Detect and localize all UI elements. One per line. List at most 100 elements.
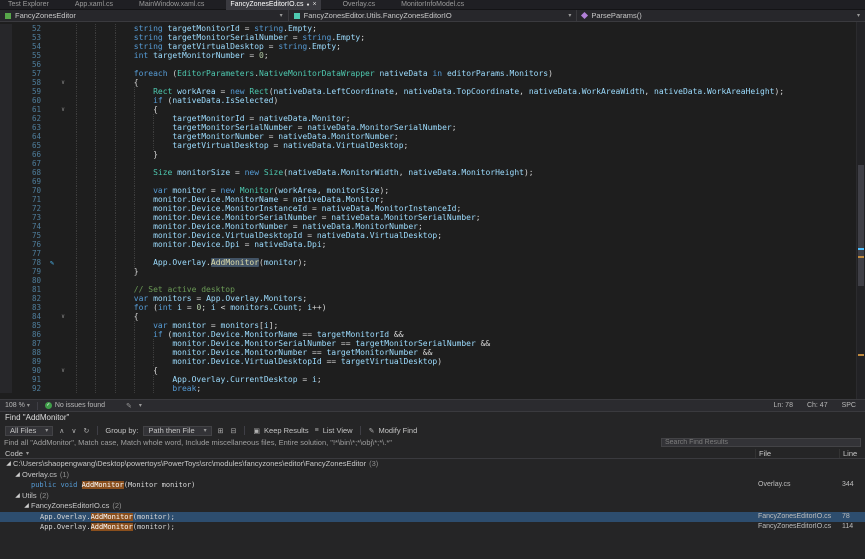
breakpoint-margin[interactable] bbox=[0, 78, 12, 87]
breakpoint-margin[interactable] bbox=[0, 123, 12, 132]
code-line[interactable]: 62targetMonitorId = nativeData.Monitor; bbox=[0, 114, 856, 123]
previous-result-icon[interactable]: ∧ bbox=[58, 427, 65, 435]
modify-find-button[interactable]: ✎ Modify Find bbox=[368, 426, 418, 435]
code-line[interactable]: 86if (monitor.Device.MonitorName == targ… bbox=[0, 330, 856, 339]
find-match-row[interactable]: public void AddMonitor(Monitor monitor)O… bbox=[0, 480, 865, 491]
refresh-icon[interactable]: ↻ bbox=[83, 427, 91, 435]
find-match-row[interactable]: App.Overlay.AddMonitor(monitor);FancyZon… bbox=[0, 512, 865, 523]
code-line[interactable]: 88monitor.Device.MonitorNumber == target… bbox=[0, 348, 856, 357]
breakpoint-margin[interactable] bbox=[0, 240, 12, 249]
line-indicator[interactable]: Ln: 78 bbox=[774, 402, 793, 409]
code-line[interactable]: 60if (nativeData.IsSelected) bbox=[0, 96, 856, 105]
code-line[interactable]: 78✎App.Overlay.AddMonitor(monitor); bbox=[0, 258, 856, 267]
tab-Test Explorer[interactable]: Test Explorer bbox=[4, 0, 53, 10]
zoom-control[interactable]: 108 % ▾ bbox=[5, 402, 30, 409]
breakpoint-margin[interactable] bbox=[0, 231, 12, 240]
column-header-file[interactable]: File bbox=[755, 449, 839, 458]
code-line[interactable]: 64targetMonitorNumber = nativeData.Monit… bbox=[0, 132, 856, 141]
code-line[interactable]: 53string targetMonitorSerialNumber = str… bbox=[0, 33, 856, 42]
breakpoint-margin[interactable] bbox=[0, 132, 12, 141]
breakpoint-margin[interactable] bbox=[0, 87, 12, 96]
column-indicator[interactable]: Ch: 47 bbox=[807, 402, 828, 409]
code-line[interactable]: 83for (int i = 0; i < monitors.Count; i+… bbox=[0, 303, 856, 312]
code-line[interactable]: 56 bbox=[0, 60, 856, 69]
breakpoint-margin[interactable] bbox=[0, 33, 12, 42]
editor-scrollbar[interactable] bbox=[856, 22, 865, 399]
breakpoint-margin[interactable] bbox=[0, 159, 12, 168]
tab-Overlay.cs[interactable]: Overlay.cs bbox=[339, 0, 380, 10]
breakpoint-margin[interactable] bbox=[0, 267, 12, 276]
spaces-indicator[interactable]: SPC bbox=[842, 402, 856, 409]
code-line[interactable]: 90∨{ bbox=[0, 366, 856, 375]
breakpoint-margin[interactable] bbox=[0, 357, 12, 366]
breakpoint-margin[interactable] bbox=[0, 69, 12, 78]
breakpoint-margin[interactable] bbox=[0, 150, 12, 159]
group-by-dropdown[interactable]: Path then File ▾ bbox=[143, 426, 211, 436]
breakpoint-margin[interactable] bbox=[0, 285, 12, 294]
breakpoint-margin[interactable] bbox=[0, 213, 12, 222]
code-line[interactable]: 75monitor.Device.VirtualDesktopId = nati… bbox=[0, 231, 856, 240]
expanded-chevron-icon[interactable]: ◢ bbox=[22, 501, 31, 512]
code-line[interactable]: 84∨{ bbox=[0, 312, 856, 321]
code-line[interactable]: 87monitor.Device.MonitorSerialNumber == … bbox=[0, 339, 856, 348]
code-line[interactable]: 82var monitors = App.Overlay.Monitors; bbox=[0, 294, 856, 303]
breakpoint-margin[interactable] bbox=[0, 96, 12, 105]
breakpoint-margin[interactable] bbox=[0, 249, 12, 258]
breakpoint-margin[interactable] bbox=[0, 276, 12, 285]
breakpoint-margin[interactable] bbox=[0, 384, 12, 393]
type-dropdown[interactable]: FancyZonesEditor.Utils.FancyZonesEditorI… bbox=[289, 10, 578, 21]
project-dropdown[interactable]: FancyZonesEditor ▾ bbox=[0, 10, 289, 21]
code-line[interactable]: 57foreach (EditorParameters.NativeMonito… bbox=[0, 69, 856, 78]
tab-MonitorInfoModel.cs[interactable]: MonitorInfoModel.cs bbox=[397, 0, 468, 10]
breakpoint-margin[interactable] bbox=[0, 330, 12, 339]
code-line[interactable]: 54string targetVirtualDesktop = string.E… bbox=[0, 42, 856, 51]
code-line[interactable]: 59Rect workArea = new Rect(nativeData.Le… bbox=[0, 87, 856, 96]
code-line[interactable]: 72monitor.Device.MonitorInstanceId = nat… bbox=[0, 204, 856, 213]
fold-chevron-icon[interactable]: ∨ bbox=[58, 312, 68, 321]
column-header-code[interactable]: Code ▾ bbox=[0, 449, 755, 458]
code-line[interactable]: 69 bbox=[0, 177, 856, 186]
find-group-row[interactable]: ◢FancyZonesEditorIO.cs(2) bbox=[0, 501, 865, 512]
breakpoint-margin[interactable] bbox=[0, 348, 12, 357]
breakpoint-margin[interactable] bbox=[0, 186, 12, 195]
breakpoint-margin[interactable] bbox=[0, 105, 12, 114]
find-match-row[interactable]: App.Overlay.AddMonitor(monitor);FancyZon… bbox=[0, 522, 865, 533]
code-line[interactable]: 65targetVirtualDesktop = nativeData.Virt… bbox=[0, 141, 856, 150]
tab-App.xaml.cs[interactable]: App.xaml.cs bbox=[71, 0, 117, 10]
code-line[interactable]: 79} bbox=[0, 267, 856, 276]
breakpoint-margin[interactable] bbox=[0, 195, 12, 204]
breakpoint-margin[interactable] bbox=[0, 51, 12, 60]
expanded-chevron-icon[interactable]: ◢ bbox=[4, 459, 13, 470]
expanded-chevron-icon[interactable]: ◢ bbox=[13, 491, 22, 502]
column-header-line[interactable]: Line bbox=[839, 449, 865, 458]
code-line[interactable]: 81// Set active desktop bbox=[0, 285, 856, 294]
fold-chevron-icon[interactable]: ∨ bbox=[58, 78, 68, 87]
breakpoint-margin[interactable] bbox=[0, 312, 12, 321]
next-result-icon[interactable]: ∨ bbox=[70, 427, 77, 435]
breakpoint-margin[interactable] bbox=[0, 168, 12, 177]
breakpoint-margin[interactable] bbox=[0, 141, 12, 150]
scrollbar-thumb[interactable] bbox=[858, 165, 864, 286]
expanded-chevron-icon[interactable]: ◢ bbox=[13, 470, 22, 481]
code-line[interactable]: 71monitor.Device.MonitorName = nativeDat… bbox=[0, 195, 856, 204]
keep-results-toggle[interactable]: ▣ Keep Results bbox=[252, 426, 308, 435]
code-line[interactable]: 89monitor.Device.VirtualDesktopId == tar… bbox=[0, 357, 856, 366]
code-line[interactable]: 73monitor.Device.MonitorSerialNumber = n… bbox=[0, 213, 856, 222]
code-line[interactable]: 92break; bbox=[0, 384, 856, 393]
close-icon[interactable]: × bbox=[313, 1, 317, 8]
expand-all-icon[interactable]: ⊞ bbox=[217, 427, 225, 435]
breakpoint-margin[interactable] bbox=[0, 177, 12, 186]
code-line[interactable]: 74monitor.Device.MonitorNumber = nativeD… bbox=[0, 222, 856, 231]
breakpoint-margin[interactable] bbox=[0, 375, 12, 384]
breakpoint-margin[interactable] bbox=[0, 60, 12, 69]
collapse-all-icon[interactable]: ⊟ bbox=[230, 427, 238, 435]
code-line[interactable]: 63targetMonitorSerialNumber = nativeData… bbox=[0, 123, 856, 132]
code-cleanup-broom-icon[interactable]: ✎ bbox=[126, 402, 132, 410]
search-results-input[interactable] bbox=[661, 438, 861, 447]
fold-chevron-icon[interactable]: ∨ bbox=[58, 366, 68, 375]
breakpoint-margin[interactable] bbox=[0, 321, 12, 330]
breakpoint-margin[interactable] bbox=[0, 366, 12, 375]
code-line[interactable]: 77 bbox=[0, 249, 856, 258]
file-filter-dropdown[interactable]: All Files ▾ bbox=[5, 426, 53, 436]
code-line[interactable]: 67 bbox=[0, 159, 856, 168]
